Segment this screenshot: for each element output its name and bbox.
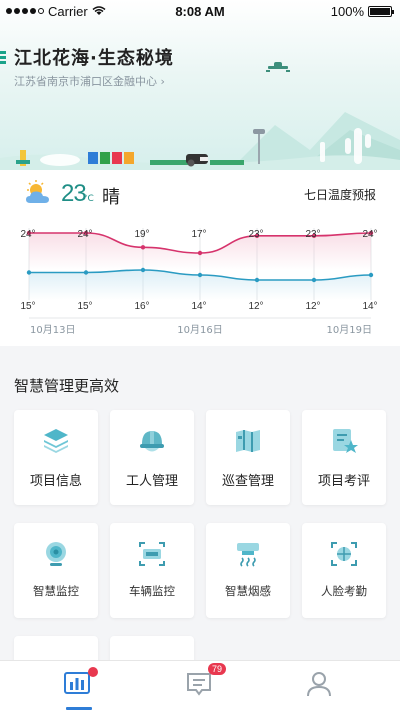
chart-label-low: 14°	[362, 301, 377, 312]
message-count-badge: 79	[208, 663, 226, 675]
chart-label-high: 19°	[134, 229, 149, 240]
hero-banner: 江北花海·生态秘境 江苏省南京市浦口区金融中心 ›	[0, 0, 400, 170]
camera-icon	[46, 542, 66, 566]
chart-label-high: 24°	[362, 229, 377, 240]
chart-label-high: 24°	[20, 229, 35, 240]
chart-point-low	[368, 272, 374, 278]
chart-label-low: 12°	[248, 301, 263, 312]
weather-condition: 晴	[102, 187, 120, 208]
chart-point-low	[83, 270, 89, 275]
chart-label-low: 12°	[305, 301, 320, 312]
face-scan-icon	[331, 542, 357, 566]
location-link[interactable]: 江苏省南京市浦口区金融中心 ›	[14, 73, 165, 89]
section-title: 智慧管理更高效	[14, 377, 120, 395]
chart-point-low	[197, 272, 203, 278]
status-bar: Carrier 8:08 AM 100%	[0, 0, 400, 22]
battery-label: 100%	[330, 3, 364, 19]
battery-icon	[368, 5, 394, 17]
layers-icon	[44, 429, 68, 453]
current-temperature: 23	[61, 180, 87, 207]
map-icon	[236, 430, 260, 452]
chart-label-low: 16°	[134, 301, 149, 312]
temperature-chart: 24° 24° 19° 17° 23° 23° 24° 15° 15° 16° 14° 12° 12° 1…	[20, 228, 378, 336]
chart-point-low	[311, 277, 317, 283]
tile-vehicle-monitoring[interactable]: 车辆监控	[110, 523, 194, 618]
active-tab-indicator	[66, 707, 92, 710]
tile-smart-smoke[interactable]: 智慧烟感	[206, 523, 290, 618]
chart-label-low: 15°	[77, 301, 92, 312]
management-section: 智慧管理更高效 项目信息 工人管理 巡查管理 项目考评 智慧监控 车辆监控 智慧…	[0, 358, 400, 676]
hero-title-row: 江北花海·生态秘境	[0, 44, 174, 70]
tile-label: 巡查管理	[221, 474, 274, 489]
seven-day-forecast-button[interactable]: 七日温度预报	[304, 186, 376, 203]
tab-bar: 79	[0, 660, 400, 711]
weather-header: 23 °C 晴 七日温度预报	[0, 170, 400, 216]
chart-label-high: 17°	[191, 229, 206, 240]
chart-label-low: 14°	[191, 301, 206, 312]
chart-label-high: 23°	[305, 229, 320, 240]
chart-label-high: 23°	[248, 229, 263, 240]
tile-worker-management[interactable]: 工人管理	[110, 410, 194, 505]
hard-hat-icon	[140, 431, 164, 452]
tile-label: 项目考评	[317, 474, 370, 489]
temperature-unit: °C	[83, 194, 94, 204]
tile-label: 项目信息	[29, 474, 82, 489]
chart-point-low	[254, 277, 260, 283]
tile-inspection-management[interactable]: 巡查管理	[206, 410, 290, 505]
tile-face-attendance[interactable]: 人脸考勤	[302, 523, 386, 618]
tile-smart-monitoring[interactable]: 智慧监控	[14, 523, 98, 618]
notification-dot	[88, 667, 98, 677]
tile-label: 工人管理	[125, 474, 178, 489]
vehicle-plate-icon	[139, 542, 165, 566]
chart-label-high: 24°	[77, 229, 92, 240]
profile-icon	[307, 672, 331, 697]
tile-project-info[interactable]: 项目信息	[14, 410, 98, 505]
chart-point-high	[197, 250, 203, 256]
chart-x-tick-label: 10月19日	[327, 324, 372, 336]
tab-messages[interactable]: 79	[184, 663, 226, 703]
partly-sunny-icon	[26, 180, 49, 203]
tab-dashboard[interactable]	[62, 667, 98, 710]
tab-profile[interactable]	[304, 669, 338, 703]
tile-label: 智慧烟感	[225, 584, 271, 598]
tile-label: 智慧监控	[33, 584, 79, 598]
chart-x-tick-label: 10月16日	[177, 324, 222, 336]
tile-label: 人脸考勤	[321, 584, 367, 598]
page-title: 江北花海·生态秘境	[14, 48, 174, 69]
chart-point-low	[26, 270, 32, 275]
menu-icon[interactable]	[0, 50, 6, 64]
chart-point-high	[140, 245, 146, 250]
smoke-detector-icon	[237, 543, 259, 567]
chart-x-tick-label: 10月13日	[30, 324, 75, 336]
chart-point-low	[140, 267, 146, 273]
tile-project-evaluation[interactable]: 项目考评	[302, 410, 386, 505]
chart-label-low: 15°	[20, 301, 35, 312]
star-document-icon	[333, 429, 358, 453]
weather-card: 23 °C 晴 七日温度预报 24° 24° 19° 17° 23° 23° 24° 15° 1…	[0, 170, 400, 346]
tile-label: 车辆监控	[129, 584, 175, 598]
